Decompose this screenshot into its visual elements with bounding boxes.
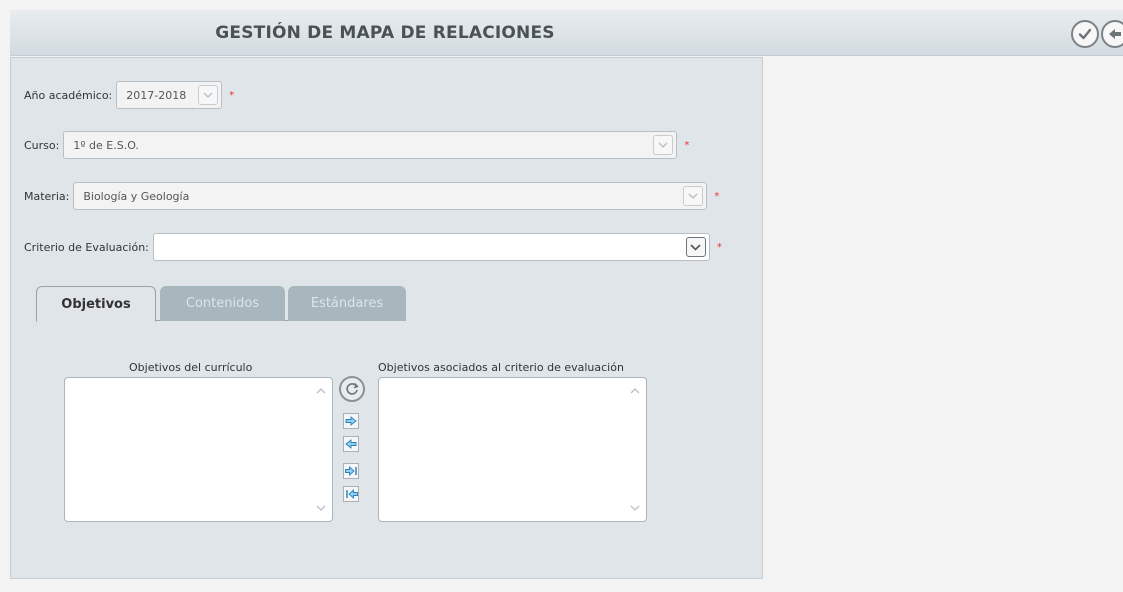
criterion-row: Criterio de Evaluación: * (24, 233, 722, 261)
required-mark: * (716, 241, 722, 253)
move-all-right-button[interactable] (343, 463, 359, 479)
accept-button[interactable] (1071, 20, 1099, 48)
chevron-down-icon[interactable] (685, 237, 706, 257)
criterion-select[interactable] (152, 233, 710, 261)
scroll-up-icon[interactable] (630, 386, 640, 396)
back-button[interactable] (1101, 20, 1123, 48)
course-value: 1º de E.S.O. (73, 138, 139, 152)
arrow-left-icon (345, 439, 357, 449)
year-label: Año académico: (24, 88, 113, 102)
move-right-button[interactable] (343, 413, 359, 429)
arrow-right-icon (345, 416, 357, 426)
course-row: Curso: 1º de E.S.O. * (24, 131, 689, 159)
course-select[interactable]: 1º de E.S.O. (63, 131, 678, 159)
scroll-down-icon[interactable] (316, 503, 326, 513)
course-label: Curso: (24, 138, 60, 152)
associated-objectives-list[interactable] (378, 377, 647, 522)
year-select[interactable]: 2017-2018 (116, 81, 223, 109)
criterion-label: Criterio de Evaluación: (24, 240, 149, 254)
subject-row: Materia: Biología y Geología * (24, 182, 719, 210)
scroll-up-icon[interactable] (316, 386, 326, 396)
check-icon (1078, 28, 1092, 40)
tab-contenidos[interactable]: Contenidos (160, 286, 285, 321)
tab-estandares[interactable]: Estándares (288, 286, 406, 321)
form-panel: Año académico: 2017-2018 * Curso: 1º de … (10, 57, 763, 579)
refresh-button[interactable] (339, 376, 365, 402)
refresh-icon (346, 382, 359, 395)
scroll-down-icon[interactable] (630, 503, 640, 513)
page-title: GESTIÓN DE MAPA DE RELACIONES (215, 23, 555, 43)
required-mark: * (684, 139, 690, 151)
arrow-left-bar-icon (345, 489, 358, 499)
tab-objetivos[interactable]: Objetivos (36, 286, 156, 322)
chevron-down-icon[interactable] (683, 186, 704, 206)
curriculum-objectives-list[interactable] (64, 377, 333, 522)
year-row: Año académico: 2017-2018 * (24, 81, 234, 109)
chevron-down-icon[interactable] (198, 85, 219, 105)
arrow-right-bar-icon (344, 466, 357, 476)
header-actions (1071, 20, 1123, 48)
chevron-down-icon[interactable] (653, 135, 674, 155)
required-mark: * (714, 190, 720, 202)
year-value: 2017-2018 (126, 88, 187, 102)
move-all-left-button[interactable] (343, 486, 359, 502)
required-mark: * (229, 89, 235, 101)
right-list-label: Objetivos asociados al criterio de evalu… (378, 361, 624, 374)
left-list-label: Objetivos del currículo (129, 361, 253, 374)
subject-select[interactable]: Biología y Geología (73, 182, 708, 210)
back-arrow-icon (1109, 29, 1121, 39)
subject-value: Biología y Geología (83, 189, 190, 203)
title-bar: GESTIÓN DE MAPA DE RELACIONES (10, 10, 1123, 56)
subject-label: Materia: (24, 189, 70, 203)
move-left-button[interactable] (343, 436, 359, 452)
tab-bar: Objetivos Contenidos Estándares (36, 286, 406, 322)
